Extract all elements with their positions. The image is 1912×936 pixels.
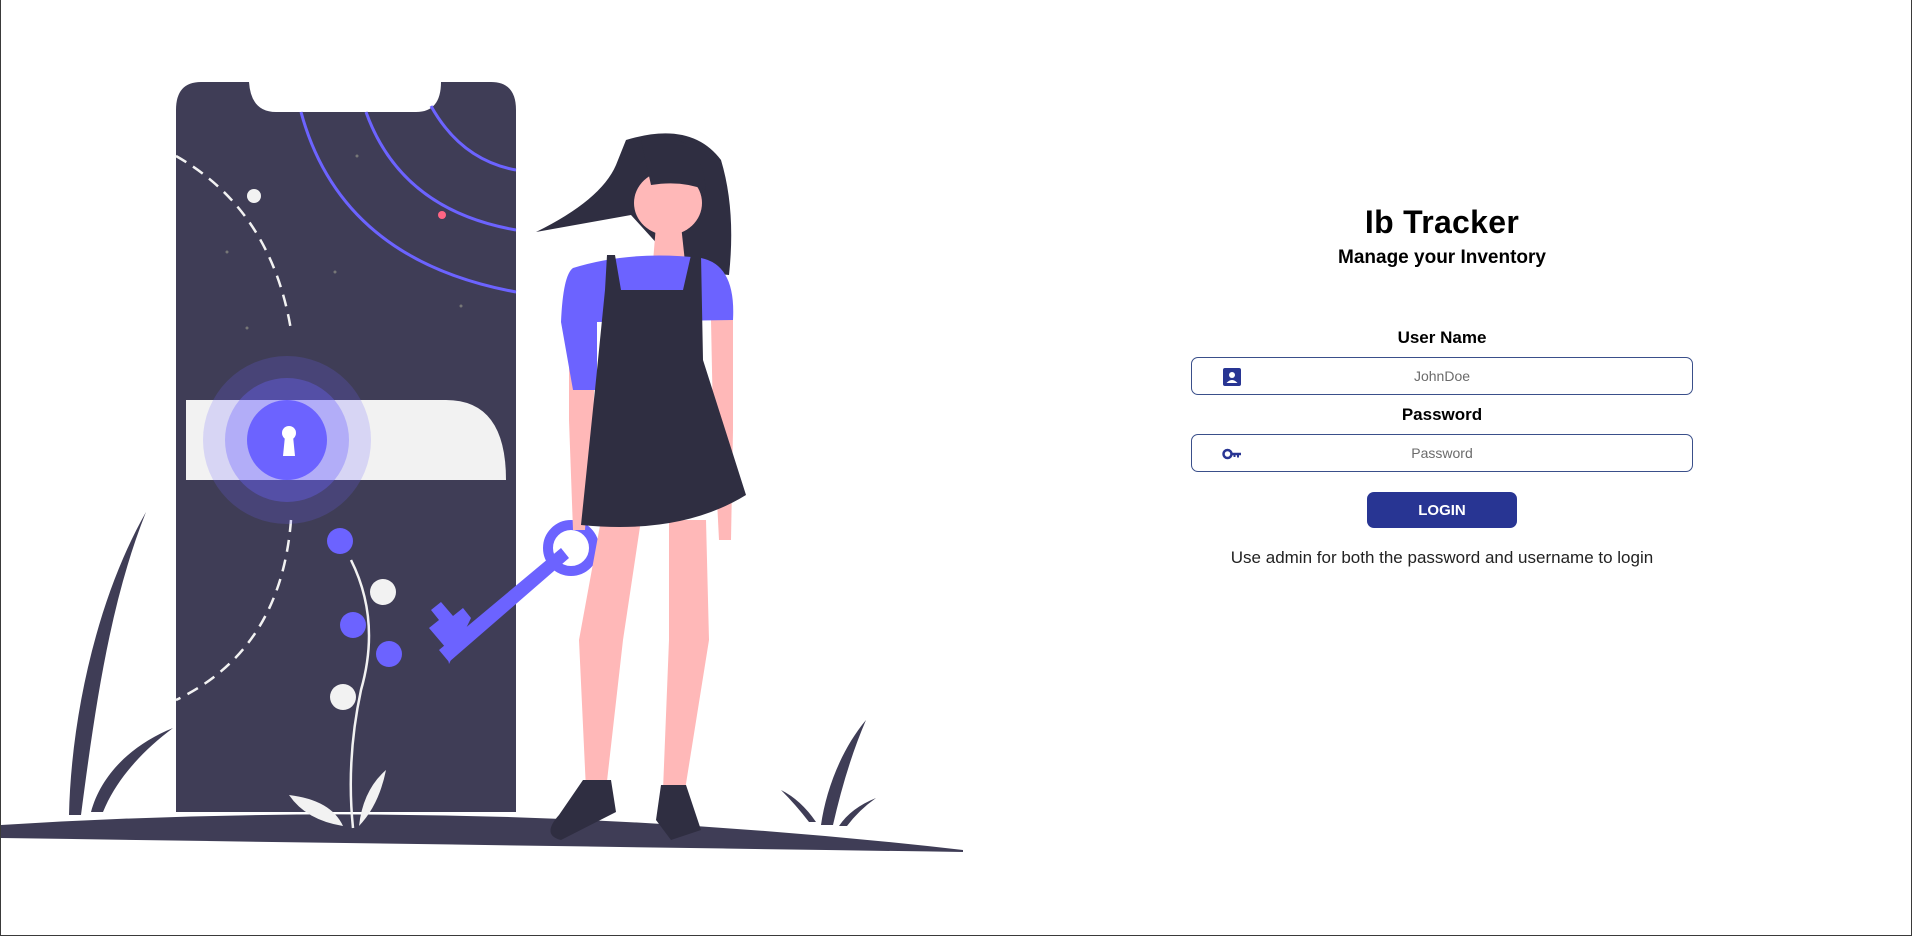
password-input[interactable]: [1192, 435, 1692, 471]
login-button[interactable]: LOGIN: [1367, 492, 1517, 528]
password-field[interactable]: [1191, 434, 1693, 472]
username-input[interactable]: [1192, 358, 1692, 394]
grass-left: [69, 512, 146, 815]
login-panel: Ib Tracker Manage your Inventory User Na…: [1191, 0, 1693, 936]
security-illustration: [1, 82, 963, 852]
username-field[interactable]: [1191, 357, 1693, 395]
app-subtitle: Manage your Inventory: [1338, 247, 1546, 268]
username-label: User Name: [1397, 328, 1487, 347]
ground-shape: [1, 814, 963, 852]
grass-left-blade: [91, 728, 173, 812]
password-label: Password: [1401, 405, 1483, 424]
login-hint: Use admin for both the password and user…: [1230, 548, 1654, 567]
app-title: Ib Tracker: [1364, 204, 1520, 240]
